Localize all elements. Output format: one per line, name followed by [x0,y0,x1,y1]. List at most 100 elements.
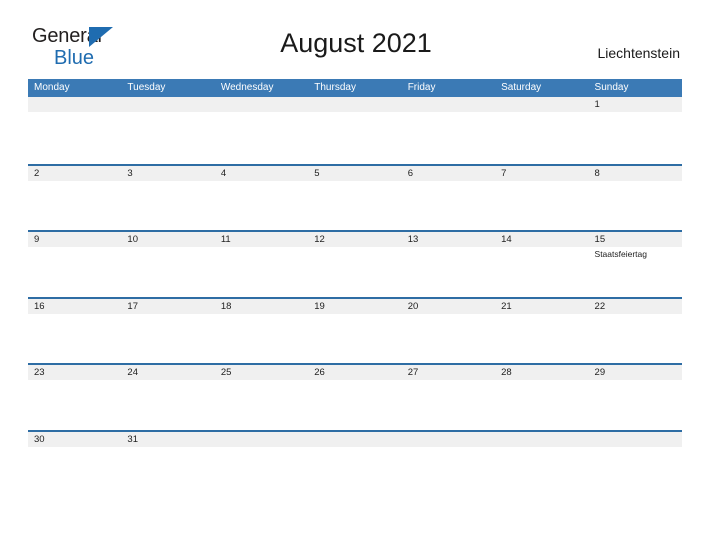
day-cell[interactable]: 5 [308,166,401,181]
day-cell[interactable]: 24 [121,365,214,380]
day-event [495,112,588,113]
day-cell[interactable] [215,97,308,112]
day-cell[interactable]: 23 [28,365,121,380]
day-cell[interactable] [402,432,495,447]
day-cell[interactable]: 20 [402,299,495,314]
day-event [589,314,682,315]
day-cell[interactable]: 13 [402,232,495,247]
day-event [215,247,308,260]
calendar-location-label: Liechtenstein [597,45,680,61]
day-event [495,380,588,381]
weekday-header-sunday: Sunday [594,82,629,93]
calendar-table: Monday Tuesday Wednesday Thursday Friday… [28,79,682,497]
week-row: 9 10 11 12 13 14 15 Staatsfeiertag [28,230,682,297]
day-event [121,247,214,260]
weekday-header-tuesday: Tuesday [127,82,166,93]
week-event-band [28,380,682,381]
day-event [28,314,121,315]
day-event [495,181,588,182]
page-header: General Blue August 2021 Liechtenstein [0,0,712,68]
weekday-header-saturday: Saturday [501,82,542,93]
day-event [308,314,401,315]
day-event [215,447,308,448]
day-cell[interactable]: 7 [495,166,588,181]
day-event [308,447,401,448]
day-cell[interactable] [121,97,214,112]
week-day-number-band: 16 17 18 19 20 21 22 [28,298,682,314]
day-cell[interactable]: 8 [589,166,682,181]
day-cell[interactable]: 4 [215,166,308,181]
day-cell[interactable]: 14 [495,232,588,247]
day-cell[interactable]: 11 [215,232,308,247]
day-event [402,112,495,113]
week-row: 30 31 [28,429,682,497]
weekday-header-row: Monday Tuesday Wednesday Thursday Friday… [28,79,682,97]
day-cell[interactable]: 27 [402,365,495,380]
day-cell[interactable]: 25 [215,365,308,380]
day-event [495,314,588,315]
day-cell[interactable]: 10 [121,232,214,247]
day-event [308,380,401,381]
day-event [589,447,682,448]
day-event [121,447,214,448]
day-event [589,380,682,381]
day-event [121,314,214,315]
day-event [121,112,214,113]
week-day-number-band: 23 24 25 26 27 28 29 [28,365,682,381]
weekday-header-monday: Monday [34,82,70,93]
day-event-holiday: Staatsfeiertag [594,249,647,260]
day-cell[interactable]: 30 [28,432,121,447]
day-event [402,380,495,381]
day-event [215,181,308,182]
day-cell[interactable]: 29 [589,365,682,380]
week-day-number-band: 2 3 4 5 6 7 8 [28,165,682,181]
day-cell[interactable]: 16 [28,299,121,314]
day-cell[interactable]: 12 [308,232,401,247]
day-cell[interactable] [495,97,588,112]
week-event-band [28,112,682,113]
day-event [402,447,495,448]
day-event [121,181,214,182]
day-cell[interactable] [495,432,588,447]
week-event-band [28,314,682,315]
day-cell[interactable]: 22 [589,299,682,314]
day-cell[interactable] [402,97,495,112]
day-cell[interactable]: 9 [28,232,121,247]
day-cell[interactable]: 15 [589,232,682,247]
day-cell[interactable]: 21 [495,299,588,314]
day-cell[interactable] [589,432,682,447]
day-cell[interactable] [28,97,121,112]
week-day-number-band: 9 10 11 12 13 14 15 [28,232,682,248]
weekday-header-wednesday: Wednesday [220,82,274,93]
day-cell[interactable]: 19 [308,299,401,314]
day-cell[interactable]: 3 [121,166,214,181]
day-cell[interactable] [308,97,401,112]
day-event [589,181,682,182]
day-cell[interactable] [215,432,308,447]
day-event [215,314,308,315]
day-cell[interactable]: 17 [121,299,214,314]
day-cell[interactable] [308,432,401,447]
week-row: 23 24 25 26 27 28 29 [28,363,682,430]
week-day-number-band: 30 31 [28,431,682,447]
day-event [402,247,495,260]
week-event-band [28,447,682,448]
day-cell[interactable]: 28 [495,365,588,380]
weekday-header-friday: Friday [407,82,436,93]
day-cell[interactable]: 6 [402,166,495,181]
day-cell[interactable]: 18 [215,299,308,314]
day-event [308,112,401,113]
week-event-band: Staatsfeiertag [28,247,682,260]
day-event [28,112,121,113]
day-event [28,380,121,381]
day-event [589,112,682,113]
day-event [28,447,121,448]
day-cell[interactable]: 2 [28,166,121,181]
week-event-band [28,181,682,182]
day-event [308,181,401,182]
day-event [215,380,308,381]
day-cell[interactable]: 1 [589,97,682,112]
day-cell[interactable]: 31 [121,432,214,447]
day-event [402,314,495,315]
day-cell[interactable]: 26 [308,365,401,380]
